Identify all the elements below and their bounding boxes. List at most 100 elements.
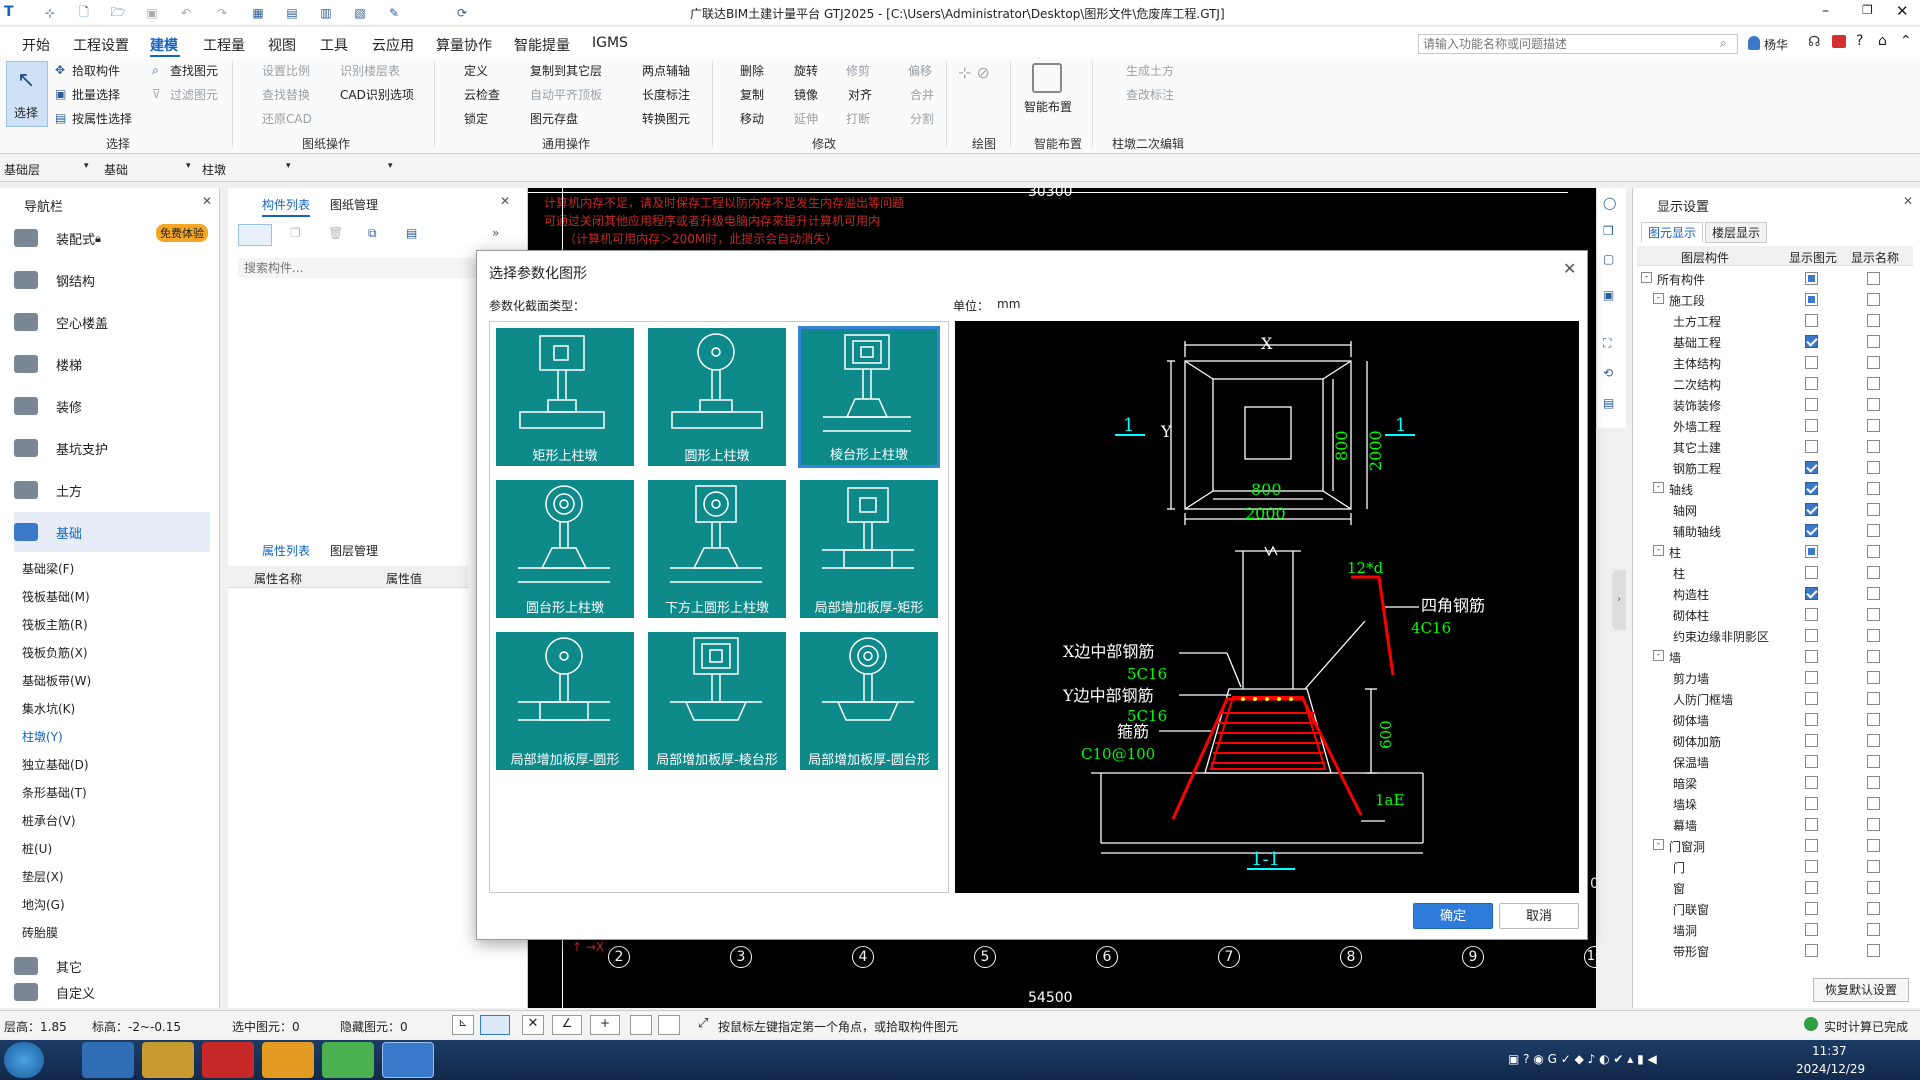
search-icon[interactable]: ⌕ (1720, 36, 1727, 51)
show-element-checkbox[interactable] (1805, 692, 1818, 705)
new-component-button[interactable] (238, 224, 272, 246)
nav-sub-item[interactable]: 基础板带(W) (22, 672, 91, 689)
collapse-icon[interactable]: - (1653, 482, 1664, 493)
display-tree-row[interactable]: 砌体柱 (1637, 604, 1913, 625)
show-name-checkbox[interactable] (1867, 608, 1880, 621)
show-element-checkbox[interactable] (1805, 419, 1818, 432)
show-element-checkbox[interactable] (1805, 923, 1818, 936)
tab-floor-display[interactable]: 楼层显示 (1705, 222, 1768, 243)
show-element-checkbox[interactable] (1805, 377, 1818, 390)
show-name-checkbox[interactable] (1867, 293, 1880, 306)
show-element-checkbox[interactable] (1805, 566, 1818, 579)
show-element-checkbox[interactable] (1805, 650, 1818, 663)
nav-cat-earth[interactable]: 土方 (14, 470, 210, 510)
show-element-checkbox[interactable] (1805, 398, 1818, 411)
batch-select[interactable]: 批量选择 (72, 85, 120, 105)
taskbar-app-explorer[interactable] (142, 1042, 194, 1078)
show-name-checkbox[interactable] (1867, 860, 1880, 873)
layout-icon[interactable]: ▤ (282, 3, 302, 23)
generate-earthwork[interactable]: 生成土方 (1126, 61, 1174, 81)
restore-cad[interactable]: 还原CAD (262, 109, 312, 129)
define[interactable]: 定义 (464, 61, 488, 81)
delete[interactable]: 删除 (740, 61, 764, 81)
show-name-checkbox[interactable] (1867, 776, 1880, 789)
display-tree-row[interactable]: - 门窗洞 (1637, 835, 1913, 856)
taskbar-app-ie[interactable] (322, 1042, 374, 1078)
display-tree-row[interactable]: 基础工程 (1637, 331, 1913, 352)
show-element-checkbox[interactable] (1805, 587, 1818, 600)
select-by-attribute[interactable]: 按属性选择 (72, 109, 132, 129)
display-tree-row[interactable]: 构造柱 (1637, 583, 1913, 604)
floor-select[interactable]: 基础层 (4, 161, 96, 178)
nav-sub-item[interactable]: 桩(U) (22, 840, 52, 857)
copy[interactable]: 复制 (740, 85, 764, 105)
offset[interactable]: 偏移 (908, 61, 932, 81)
taskbar-app-cloud[interactable] (262, 1042, 314, 1078)
show-name-checkbox[interactable] (1867, 272, 1880, 285)
menu-igms[interactable]: IGMS (592, 35, 628, 51)
tab-drawing-manage[interactable]: 图纸管理 (330, 196, 378, 213)
show-name-checkbox[interactable] (1867, 503, 1880, 516)
orbit-icon[interactable]: ⟲ (1603, 366, 1613, 380)
draw-tools-icon[interactable]: ⊹ ⊘ (958, 63, 990, 82)
nav-cat-custom[interactable]: 自定义 (14, 980, 210, 1004)
import-icon[interactable]: ▤ (406, 226, 417, 240)
nav-sub-item[interactable]: 砖胎膜 (22, 924, 58, 941)
show-name-checkbox[interactable] (1867, 440, 1880, 453)
show-element-checkbox[interactable] (1805, 839, 1818, 852)
nav-cat-steel[interactable]: 钢结构 (14, 260, 210, 300)
show-element-checkbox[interactable] (1805, 503, 1818, 516)
split[interactable]: 分割 (910, 109, 934, 129)
calc-icon[interactable]: ▧ (350, 3, 370, 23)
align[interactable]: 对齐 (848, 85, 872, 105)
tile-local-thick-rect[interactable]: 局部增加板厚-矩形 (798, 478, 940, 620)
minimize-button[interactable]: – (1822, 3, 1829, 19)
show-element-checkbox[interactable] (1805, 818, 1818, 831)
show-element-checkbox[interactable] (1805, 776, 1818, 789)
show-name-checkbox[interactable] (1867, 797, 1880, 810)
display-tree-row[interactable]: 墙垛 (1637, 793, 1913, 814)
nav-sub-item[interactable]: 条形基础(T) (22, 784, 87, 801)
display-tree-row[interactable]: 墙洞 (1637, 919, 1913, 940)
display-tree-row[interactable]: 装饰装修 (1637, 394, 1913, 415)
tile-local-thick-cone[interactable]: 局部增加板厚-圆台形 (798, 630, 940, 772)
two-point-axis[interactable]: 两点辅轴 (642, 61, 690, 81)
show-element-checkbox[interactable] (1805, 272, 1818, 285)
display-tree-row[interactable]: 辅助轴线 (1637, 520, 1913, 541)
cloud-check[interactable]: 云检查 (464, 85, 500, 105)
menu-collab[interactable]: 算量协作 (436, 35, 492, 55)
clock-date[interactable]: 2024/12/29 (1796, 1062, 1865, 1076)
show-name-checkbox[interactable] (1867, 545, 1880, 558)
show-element-checkbox[interactable] (1805, 797, 1818, 810)
show-name-checkbox[interactable] (1867, 923, 1880, 936)
close-icon[interactable]: ✕ (202, 194, 212, 208)
show-name-checkbox[interactable] (1867, 398, 1880, 411)
collapse-icon[interactable]: - (1653, 293, 1664, 304)
tray-icons[interactable]: ▣ ? ◉ G ✓ ◆ ♪ ◐ ✔ ▴ ▮ ◀ (1508, 1052, 1778, 1068)
undo-icon[interactable]: ↶ (176, 3, 196, 23)
user-name[interactable]: 杨华 (1764, 36, 1788, 53)
select-big-button[interactable]: ↖ 选择 (6, 61, 48, 127)
show-element-checkbox[interactable] (1805, 902, 1818, 915)
show-element-checkbox[interactable] (1805, 629, 1818, 642)
show-element-checkbox[interactable] (1805, 356, 1818, 369)
zoom-extents-icon[interactable]: ⛶ (1603, 336, 1611, 351)
trim[interactable]: 修剪 (846, 61, 870, 81)
break[interactable]: 打断 (846, 109, 870, 129)
show-name-checkbox[interactable] (1867, 755, 1880, 768)
snap-toggle[interactable] (480, 1015, 510, 1035)
cross-toggle[interactable]: ✕ (522, 1015, 544, 1035)
select-tool-icon[interactable]: ⊹ (40, 3, 60, 23)
cloud-view-icon[interactable]: ◯ (1603, 196, 1616, 210)
close-icon[interactable]: ✕ (1903, 194, 1913, 208)
show-name-checkbox[interactable] (1867, 944, 1880, 957)
table-icon[interactable]: ▥ (316, 3, 336, 23)
convert-element[interactable]: 转换图元 (642, 109, 690, 129)
show-element-checkbox[interactable] (1805, 524, 1818, 537)
show-name-checkbox[interactable] (1867, 713, 1880, 726)
tile-rect-top-pier[interactable]: 矩形上柱墩 (494, 326, 636, 468)
restore-button[interactable]: ❐ (1862, 3, 1873, 17)
show-name-checkbox[interactable] (1867, 377, 1880, 390)
move[interactable]: 移动 (740, 109, 764, 129)
tile-cone-top-pier[interactable]: 圆台形上柱墩 (494, 478, 636, 620)
